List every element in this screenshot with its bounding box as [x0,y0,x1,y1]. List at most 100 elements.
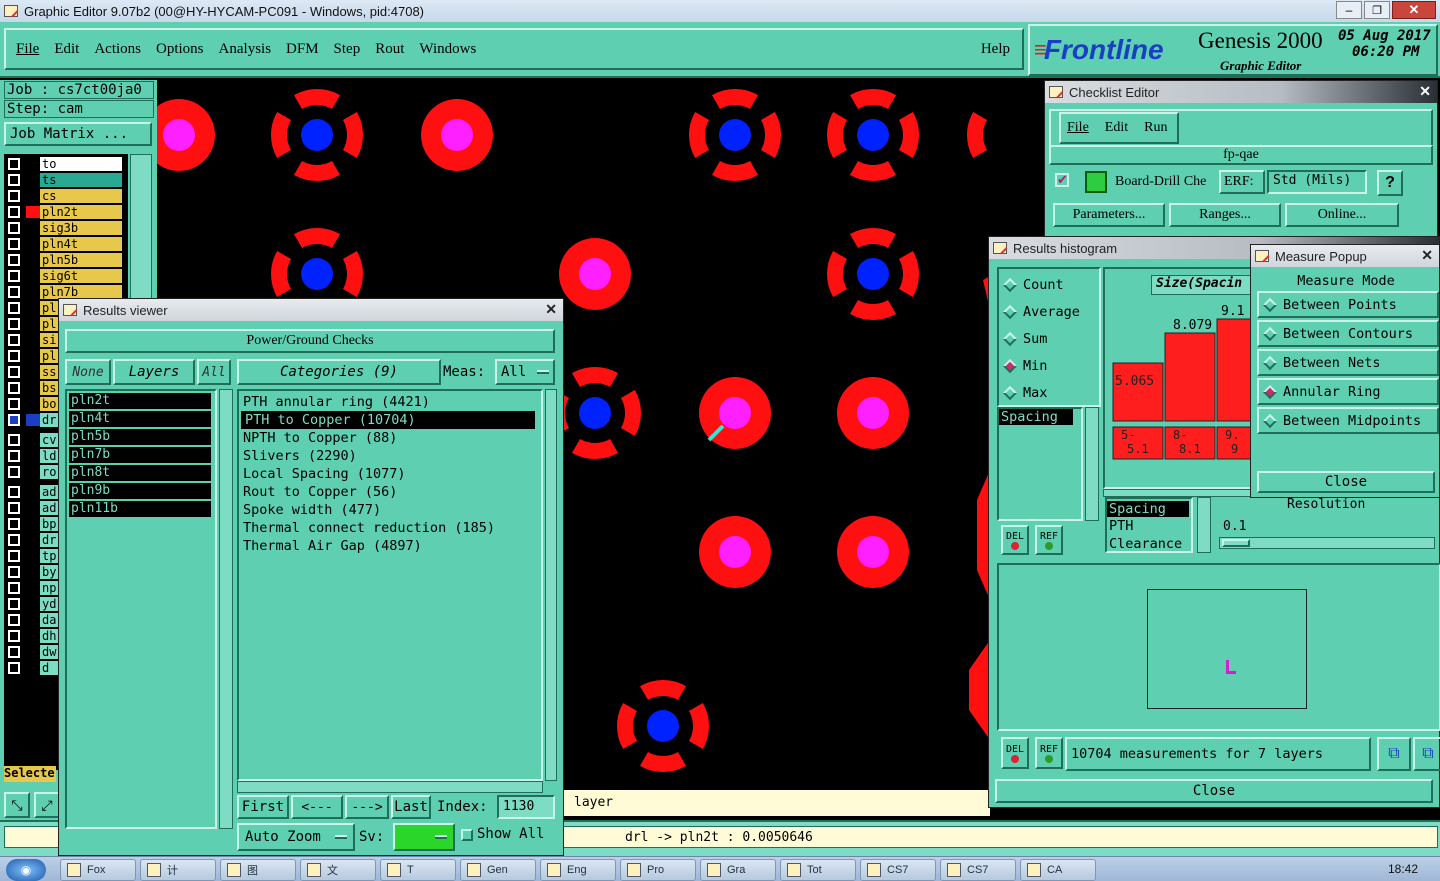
online-button[interactable]: Online... [1285,203,1399,227]
erf-value[interactable]: Std (Mils) [1267,170,1367,194]
ranges-button[interactable]: Ranges... [1169,203,1281,227]
meas-select[interactable]: All [495,359,555,385]
layer-checkbox[interactable] [8,318,20,330]
prev-button[interactable]: <--- [291,795,343,819]
layer-checkbox[interactable] [8,486,20,498]
layer-checkbox[interactable] [8,662,20,674]
help-menu[interactable]: Help [981,41,1010,58]
layer-checkbox[interactable] [8,286,20,298]
layer-checkbox[interactable] [8,502,20,514]
option-min[interactable]: Min [999,352,1099,379]
layer-checkbox[interactable] [8,630,20,642]
menu-item[interactable]: Actions [94,41,141,58]
resolution-slider[interactable] [1219,537,1435,549]
list-item[interactable]: PTH [1107,517,1191,535]
layer-result-item[interactable]: pln8t [69,465,211,481]
layer-checkbox[interactable] [8,238,20,250]
taskbar-item[interactable]: Pro [620,859,696,881]
option-average[interactable]: Average [999,298,1099,325]
menu-item[interactable]: File [16,41,39,58]
layer-list-scrollbar[interactable] [219,389,233,829]
show-all-checkbox[interactable] [461,829,473,841]
zoom-tool-icon[interactable]: ⤡ [4,792,30,818]
list-a-scrollbar[interactable] [1085,407,1099,521]
mode-between-nets[interactable]: Between Nets [1257,349,1439,376]
layer-checkbox[interactable] [8,206,20,218]
menu-item[interactable]: Analysis [219,41,272,58]
maximize-button[interactable]: ❐ [1364,1,1390,19]
taskbar-item[interactable]: Gra [700,859,776,881]
menu-item[interactable]: Options [156,41,204,58]
category-hscrollbar[interactable] [237,781,543,793]
auto-zoom-select[interactable]: Auto Zoom [237,823,355,851]
option-max[interactable]: Max [999,379,1099,406]
category-item[interactable]: PTH annular ring (4421) [239,393,541,411]
layer-checkbox[interactable] [8,222,20,234]
job-matrix-button[interactable]: Job Matrix ... [4,122,152,146]
layer-checkbox[interactable] [8,382,20,394]
parameters-button[interactable]: Parameters... [1053,203,1165,227]
taskbar-item[interactable]: Fox [60,859,136,881]
category-item[interactable]: Slivers (2290) [239,447,541,465]
category-item[interactable]: PTH to Copper (10704) [241,411,535,429]
list-item[interactable]: Spacing [999,409,1073,425]
checklist-menu-edit[interactable]: Edit [1105,120,1128,136]
layer-checkbox[interactable] [8,158,20,170]
layer-checkbox[interactable] [8,302,20,314]
minimize-button[interactable]: – [1336,1,1362,19]
histogram-close-button[interactable]: Close [995,779,1433,803]
taskbar-item[interactable]: CA [1020,859,1096,881]
taskbar-item[interactable]: Tot [780,859,856,881]
layer-checkbox[interactable] [8,350,20,362]
checklist-item-row[interactable]: ✔ Board-Drill Che ERF: Std (Mils) ? [1053,169,1429,197]
layer-checkbox[interactable] [8,398,20,410]
layer-checkbox[interactable] [8,550,20,562]
menu-item[interactable]: Edit [54,41,79,58]
layer-checkbox[interactable] [8,190,20,202]
layer-row[interactable]: to [4,156,128,172]
ref-button[interactable]: REF [1035,525,1063,555]
next-button[interactable]: ---> [345,795,389,819]
menu-item[interactable]: DFM [286,41,319,58]
ref-button-bottom[interactable]: REF [1035,737,1063,769]
index-field[interactable]: 1130 [497,795,555,819]
last-button[interactable]: Last [391,795,431,819]
del-button-bottom[interactable]: DEL [1001,737,1029,769]
layer-result-item[interactable]: pln11b [69,501,211,517]
layer-checkbox[interactable] [8,566,20,578]
histogram-bar[interactable] [1164,332,1216,422]
layers-button[interactable]: Layers [113,359,195,385]
layer-checkbox[interactable] [8,334,20,346]
taskbar-item[interactable]: 计 [140,859,216,881]
option-count[interactable]: Count [999,271,1099,298]
layer-checkbox[interactable] [8,534,20,546]
close-icon[interactable]: ✕ [1421,247,1433,264]
layer-result-item[interactable]: pln7b [69,447,211,463]
layer-result-item[interactable]: pln5b [69,429,211,445]
layer-checkbox[interactable] [8,614,20,626]
layer-checkbox[interactable] [8,598,20,610]
help-button[interactable]: ? [1377,170,1403,196]
category-item[interactable]: Thermal Air Gap (4897) [239,537,541,555]
layer-result-item[interactable]: pln2t [69,393,211,409]
layer-row[interactable]: ts [4,172,128,188]
category-item[interactable]: Thermal connect reduction (185) [239,519,541,537]
histogram-bar[interactable] [1112,362,1164,422]
option-sum[interactable]: Sum [999,325,1099,352]
export-icon-2[interactable]: ⧉ [1413,737,1440,771]
export-icon[interactable]: ⧉ [1377,737,1411,771]
list-item[interactable]: Clearance [1107,535,1191,553]
layer-checkbox[interactable] [8,174,20,186]
taskbar-item[interactable]: T [380,859,456,881]
all-button[interactable]: All [197,359,231,385]
menu-item[interactable]: Windows [419,41,476,58]
layer-row[interactable]: sig3b [4,220,128,236]
close-icon[interactable]: ✕ [545,301,557,318]
list-item[interactable]: Spacing [1107,501,1189,517]
layer-checkbox[interactable] [8,414,20,426]
taskbar-item[interactable]: Gen [460,859,536,881]
checklist-menu-file[interactable]: File [1067,120,1089,136]
taskbar-item[interactable]: CS7 [940,859,1016,881]
taskbar-item[interactable]: CS7 [860,859,936,881]
category-item[interactable]: NPTH to Copper (88) [239,429,541,447]
